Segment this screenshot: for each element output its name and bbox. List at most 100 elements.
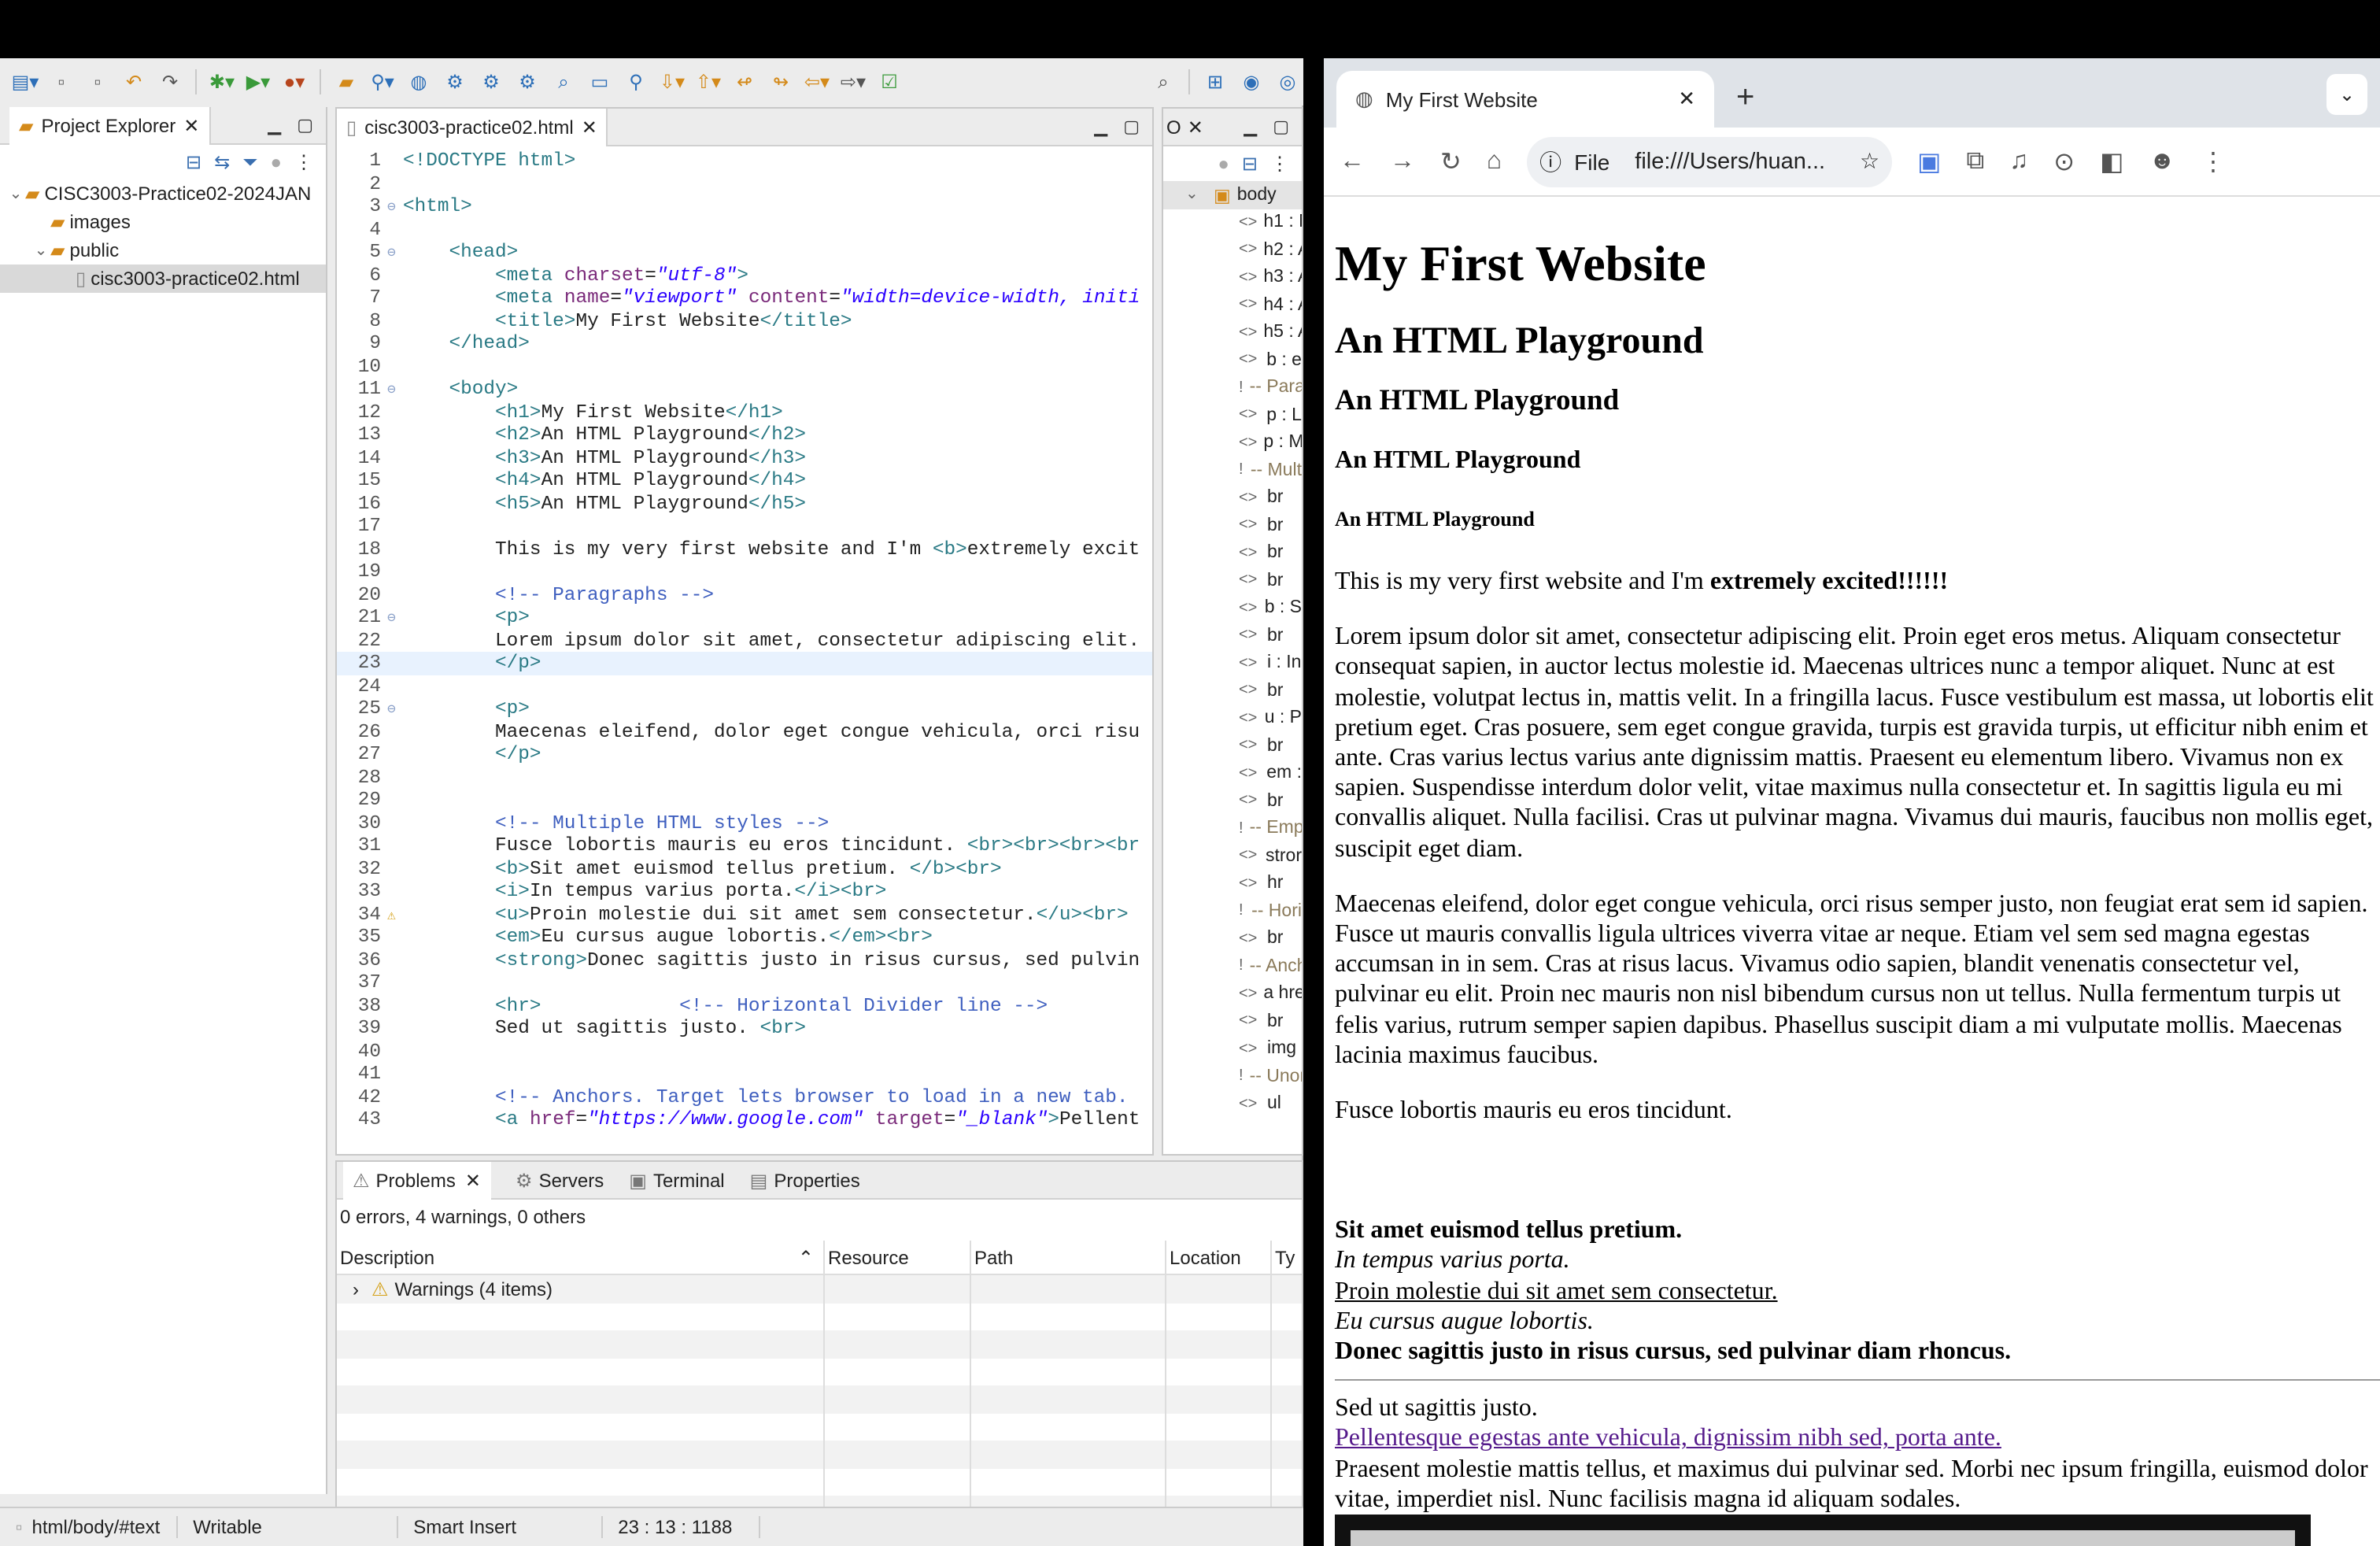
minimize-icon[interactable]: ▁ [1094,117,1107,137]
column-location[interactable]: Location [1166,1241,1272,1274]
code-line[interactable]: 14 <h3>An HTML Playground</h3> [337,446,1152,469]
forward-edit-icon[interactable]: ↬ [765,66,796,98]
code-line[interactable]: 19 [337,560,1152,583]
minimize-icon[interactable]: ▁ [268,115,281,135]
outline-item[interactable]: ! -- Mult [1163,457,1302,484]
code-line[interactable]: 27 </p> [337,743,1152,766]
close-icon[interactable]: ✕ [582,116,597,138]
code-line[interactable]: 28 [337,766,1152,789]
code-line[interactable]: 12 <h1>My First Website</h1> [337,401,1152,423]
tab-editor-file[interactable]: ▯ cisc3003-practice02.html ✕ [337,108,608,146]
outline-item[interactable]: <> h1 : M [1163,209,1302,236]
code-line[interactable]: 26 Maecenas eleifend, dolor eget congue … [337,720,1152,743]
search-icon[interactable]: ⌕ [1148,66,1179,98]
outline-item[interactable]: <> br [1163,512,1302,539]
save-icon[interactable]: ▫ [46,66,77,98]
task-icon[interactable]: ☑ [874,66,905,98]
chevron-down-icon[interactable]: ⌄ [6,185,25,202]
code-line[interactable]: 31 Fusce lobortis mauris eu eros tincidu… [337,834,1152,857]
close-icon[interactable]: ✕ [465,1169,481,1191]
tab-project-explorer[interactable]: ▰ Project Explorer ✕ [9,106,211,144]
next-annotation-icon[interactable]: ⇩▾ [656,66,688,98]
code-line[interactable]: 29 [337,789,1152,812]
code-line[interactable]: 42 <!-- Anchors. Target lets browser to … [337,1086,1152,1108]
outline-item[interactable]: <> em : [1163,760,1302,787]
outline-item[interactable]: <> ul [1163,1090,1302,1118]
code-line[interactable]: 41 [337,1063,1152,1086]
run-icon[interactable]: ▶▾ [242,66,274,98]
code-line[interactable]: 16 <h5>An HTML Playground</h5> [337,492,1152,515]
code-line[interactable]: 22 Lorem ipsum dolor sit amet, consectet… [337,629,1152,652]
maximize-icon[interactable]: ▢ [1123,117,1140,137]
outline-item[interactable]: <> p : L [1163,401,1302,429]
mark-icon[interactable]: ⚲ [620,66,652,98]
code-line[interactable]: 35 <em>Eu cursus augue lobortis.</em><br… [337,926,1152,949]
code-line[interactable]: 1 <!DOCTYPE html> [337,150,1152,172]
tab-problems[interactable]: ⚠ Problems ✕ [343,1161,491,1199]
table-row[interactable] [337,1385,1302,1413]
perspective-icon[interactable]: ◉ [1236,66,1267,98]
view-menu-icon[interactable]: ⋮ [294,151,313,173]
outline-item[interactable]: <> b : e [1163,346,1302,374]
code-line[interactable]: 37 [337,971,1152,994]
code-line[interactable]: 18 This is my very first website and I'm… [337,538,1152,560]
tab-properties[interactable]: ▤ Properties [750,1169,860,1191]
sync-icon[interactable]: ● [1218,153,1229,175]
prev-annotation-icon[interactable]: ⇧▾ [693,66,724,98]
outline-item[interactable]: <> h4 : A [1163,291,1302,319]
tree-item[interactable]: ⌄ ▰ CISC3003-Practice02-2024JAN [0,179,326,208]
outline-item[interactable]: <> br [1163,1008,1302,1035]
table-row[interactable]: › ⚠ Warnings (4 items) [337,1275,1302,1303]
outline-item[interactable]: <> br [1163,567,1302,594]
new-icon[interactable]: ▤▾ [9,66,41,98]
external-tools-icon[interactable]: ●▾ [279,66,310,98]
code-line[interactable]: 23 </p> [337,652,1152,675]
profile-avatar[interactable]: ☻ [2149,147,2175,176]
outline-item[interactable]: <> u : P [1163,705,1302,732]
code-line[interactable]: 34 ⚠ <u>Proin molestie dui sit amet sem c… [337,903,1152,926]
open-perspective-icon[interactable]: ⊞ [1199,66,1231,98]
outline-root[interactable]: ⌄ ▣ body [1163,181,1302,209]
column-resource[interactable]: Resource [825,1241,971,1274]
code-line[interactable]: 20 <!-- Paragraphs --> [337,583,1152,606]
bookmark-star-icon[interactable]: ☆ [1860,148,1879,175]
gear-icon[interactable]: ⚙ [475,66,507,98]
outline-item[interactable]: ! -- Unor [1163,1063,1302,1090]
outline-item[interactable]: ! -- Anch [1163,952,1302,980]
code-line[interactable]: 30 <!-- Multiple HTML styles --> [337,812,1152,834]
chevron-down-icon[interactable]: ⌄ [31,242,50,259]
tree-item[interactable]: ▯ cisc3003-practice02.html [0,264,326,293]
code-text-area[interactable]: 1 <!DOCTYPE html> 2 3 ⊖ <html> 4 5 ⊖ <head> 6 … [337,150,1152,1154]
code-line[interactable]: 13 <h2>An HTML Playground</h2> [337,423,1152,446]
outline-item[interactable]: <> br [1163,539,1302,567]
code-line[interactable]: 8 <title>My First Website</title> [337,309,1152,332]
column-path[interactable]: Path [971,1241,1166,1274]
outline-item[interactable]: <> h2 : A [1163,236,1302,264]
side-panel-icon[interactable]: ◧ [2100,146,2123,177]
code-line[interactable]: 2 [337,172,1152,195]
code-line[interactable]: 38 <hr> <!-- Horizontal Divider line --> [337,994,1152,1017]
column-type[interactable]: Ty [1272,1241,1302,1274]
outline-item[interactable]: <> i : In [1163,649,1302,677]
tab-terminal[interactable]: ▣ Terminal [629,1169,724,1191]
outline-item[interactable]: <> h5 : A [1163,319,1302,346]
outline-item[interactable]: <> br [1163,925,1302,952]
code-line[interactable]: 33 <i>In tempus varius porta.</i><br> [337,880,1152,903]
chevron-right-icon[interactable]: › [353,1278,359,1300]
debug-icon[interactable]: ✱▾ [206,66,238,98]
table-row[interactable] [337,1330,1302,1358]
wand-icon[interactable]: ⚲▾ [367,66,398,98]
gear-icon[interactable]: ⚙ [439,66,471,98]
outline-item[interactable]: ! -- Para [1163,374,1302,401]
close-icon[interactable]: ✕ [1678,87,1695,112]
code-line[interactable]: 32 <b>Sit amet euismod tellus pretium. <… [337,857,1152,880]
forward-icon[interactable]: → [1390,147,1415,176]
outline-item[interactable]: <> br [1163,677,1302,705]
outline-item[interactable]: <> p : M [1163,429,1302,457]
address-bar[interactable]: ⓘ File file:///Users/huan... ☆ [1527,136,1893,187]
web-perspective-icon[interactable]: ◎ [1272,66,1303,98]
outline-item[interactable]: <> br [1163,732,1302,760]
tree-item[interactable]: ⌄ ▰ public [0,236,326,264]
tab-servers[interactable]: ⚙ Servers [516,1169,604,1191]
save-all-icon[interactable]: ▫ [82,66,113,98]
